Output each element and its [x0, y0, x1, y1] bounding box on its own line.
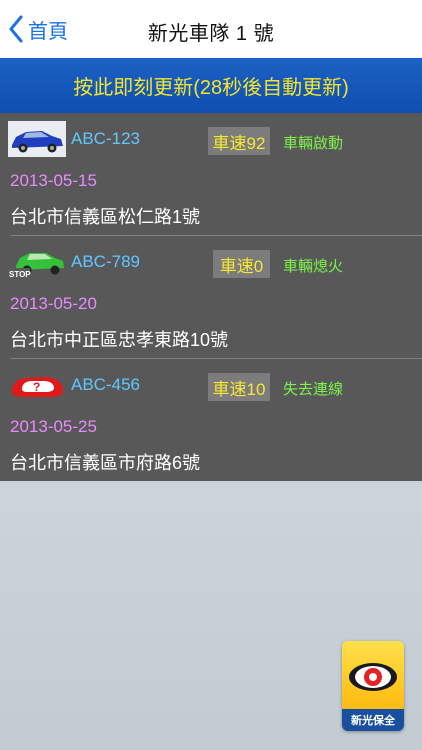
stop-label: STOP: [9, 270, 31, 279]
vehicle-list: ABC-123 車速92 車輛啟動 2013-05-15 台北市信義區松仁路1號…: [0, 113, 422, 481]
company-logo[interactable]: 新光保全: [342, 641, 404, 731]
vehicle-row[interactable]: STOP ABC-789 車速0 車輛熄火 2013-05-20 台北市中正區忠…: [0, 236, 422, 358]
speed-badge: 車速10: [208, 373, 270, 401]
vehicle-row[interactable]: ABC-123 車速92 車輛啟動 2013-05-15 台北市信義區松仁路1號: [0, 113, 422, 235]
refresh-button[interactable]: 按此即刻更新(28秒後自動更新): [0, 58, 422, 113]
vehicle-row[interactable]: ? ABC-456 車速10 失去連線 2013-05-25 台北市信義區市府路…: [0, 359, 422, 481]
blue-car-icon: [8, 121, 66, 157]
status-text: 車輛熄火: [283, 258, 344, 275]
plate-number: ABC-123: [71, 129, 140, 148]
green-car-stop-icon: STOP: [8, 253, 64, 279]
status-text: 失去連線: [283, 381, 344, 398]
logo-text: 新光保全: [342, 709, 404, 731]
speed-badge: 車速92: [208, 127, 270, 155]
navigation-bar: 首頁 新光車隊 1 號: [0, 0, 422, 58]
plate-number: ABC-456: [71, 375, 140, 394]
address-text: 台北市信義區松仁路1號: [10, 207, 201, 227]
svg-text:?: ?: [33, 380, 40, 394]
eye-logo-icon: [349, 663, 397, 691]
status-text: 車輛啟動: [283, 135, 344, 152]
date-text: 2013-05-15: [10, 171, 97, 190]
address-text: 台北市中正區忠孝東路10號: [10, 330, 229, 350]
date-text: 2013-05-25: [10, 417, 97, 436]
page-title: 新光車隊 1 號: [147, 23, 275, 45]
red-car-unknown-icon: ?: [12, 377, 64, 397]
speed-badge: 車速0: [213, 250, 270, 278]
date-text: 2013-05-20: [10, 294, 97, 313]
address-text: 台北市信義區市府路6號: [10, 453, 201, 473]
plate-number: ABC-789: [71, 252, 140, 271]
